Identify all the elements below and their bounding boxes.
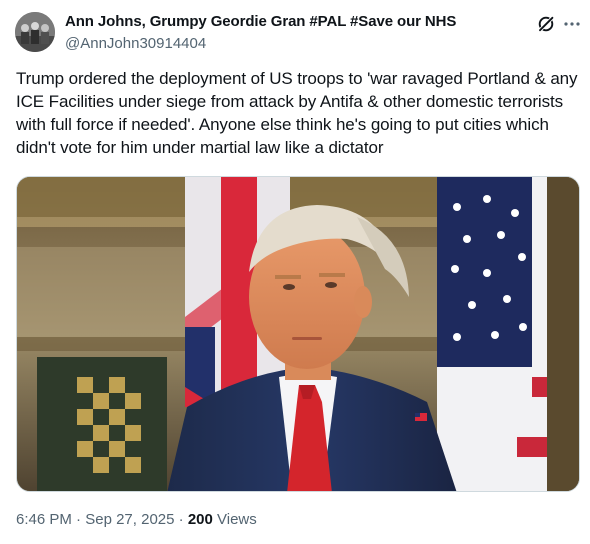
author-display-name[interactable]: Ann Johns, Grumpy Geordie Gran #PAL #Sav… (65, 12, 520, 32)
more-icon[interactable] (562, 14, 582, 34)
post-date[interactable]: Sep 27, 2025 (85, 511, 174, 528)
tweet: Ann Johns, Grumpy Geordie Gran #PAL #Sav… (0, 0, 590, 544)
meta-separator-2: · (178, 511, 184, 528)
post-meta: 6:46 PM · Sep 27, 2025 · 200 Views (16, 510, 257, 530)
post-image[interactable] (16, 176, 580, 492)
meta-separator: · (76, 511, 82, 528)
grok-icon[interactable] (536, 14, 556, 34)
author-handle[interactable]: @AnnJohn30914404 (65, 34, 520, 54)
post-text: Trump ordered the deployment of US troop… (16, 69, 578, 157)
views-count: 200 (187, 511, 213, 528)
post-time[interactable]: 6:46 PM (16, 511, 72, 528)
views-label: Views (217, 511, 257, 528)
author-header: Ann Johns, Grumpy Geordie Gran #PAL #Sav… (65, 12, 520, 54)
avatar[interactable] (15, 12, 55, 52)
